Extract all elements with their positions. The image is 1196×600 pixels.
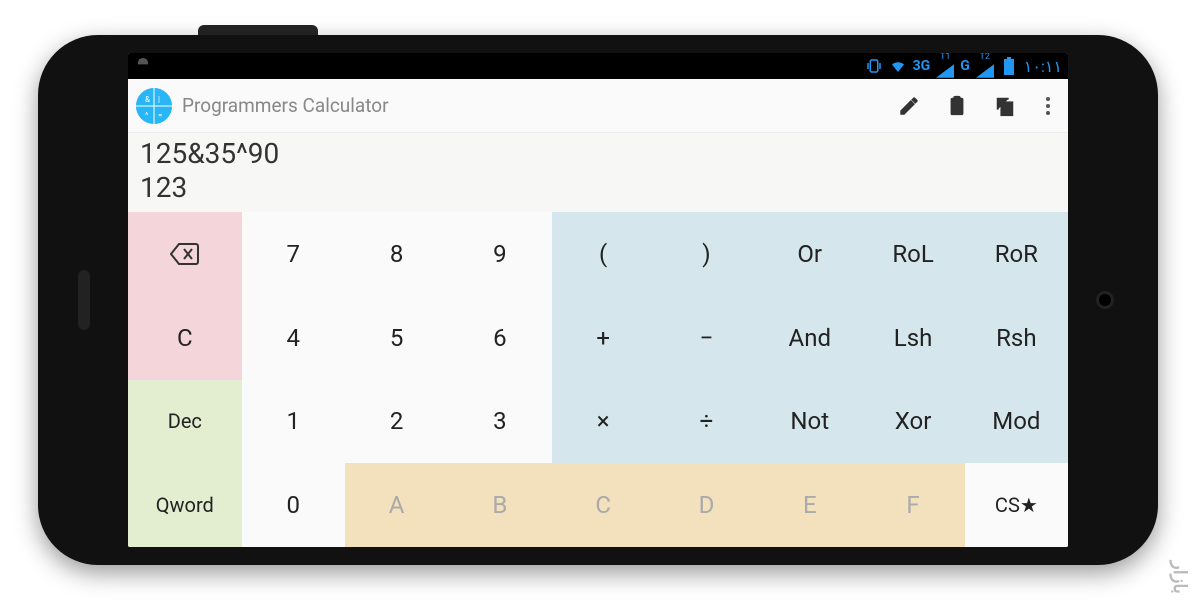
word-size-button[interactable]: Qword (128, 463, 242, 547)
lparen-button[interactable]: ( (552, 212, 655, 296)
clipboard-icon[interactable] (946, 95, 968, 117)
digit-3-button[interactable]: 3 (448, 380, 551, 464)
or-button[interactable]: Or (758, 212, 861, 296)
clock-label: ١٠:١١ (1024, 57, 1062, 76)
battery-icon (1000, 57, 1018, 75)
android-icon (134, 57, 152, 75)
xor-button[interactable]: Xor (861, 380, 964, 464)
signal1-icon (936, 62, 954, 80)
minus-button[interactable]: − (655, 296, 758, 380)
keypad: 7 8 9 ( ) Or RoL RoR C 4 5 6 + − And Lsh… (128, 212, 1068, 547)
svg-text:=: = (158, 111, 162, 120)
signal2-icon (976, 62, 994, 80)
not-button[interactable]: Not (758, 380, 861, 464)
sim2-label: T2 (980, 53, 990, 62)
plus-button[interactable]: + (552, 296, 655, 380)
digit-4-button[interactable]: 4 (242, 296, 345, 380)
svg-text:|: | (158, 95, 160, 104)
and-button[interactable]: And (758, 296, 861, 380)
svg-text:&: & (145, 95, 150, 104)
digit-7-button[interactable]: 7 (242, 212, 345, 296)
times-button[interactable]: × (552, 380, 655, 464)
base-dec-button[interactable]: Dec (128, 380, 242, 464)
vibrate-icon (865, 57, 883, 75)
lsh-button[interactable]: Lsh (861, 296, 964, 380)
hex-d-button[interactable]: D (655, 463, 758, 547)
rol-button[interactable]: RoL (861, 212, 964, 296)
app-logo-icon: &|^= (136, 88, 172, 124)
hex-f-button[interactable]: F (861, 463, 964, 547)
backspace-icon (170, 242, 200, 266)
backspace-button[interactable] (128, 212, 242, 296)
app-actionbar: &|^= Programmers Calculator (128, 79, 1068, 133)
digit-9-button[interactable]: 9 (448, 212, 551, 296)
overflow-menu-icon[interactable] (1042, 97, 1054, 115)
store-watermark: ﺑﺎزار (1169, 561, 1190, 594)
digit-1-button[interactable]: 1 (242, 380, 345, 464)
rparen-button[interactable]: ) (655, 212, 758, 296)
hex-b-button[interactable]: B (448, 463, 551, 547)
network-g-label: G (960, 58, 970, 74)
edit-icon[interactable] (898, 95, 920, 117)
hex-a-button[interactable]: A (345, 463, 448, 547)
digit-6-button[interactable]: 6 (448, 296, 551, 380)
android-statusbar: 3G T1 G T2 ١٠:١١ (128, 53, 1068, 79)
sim1-label: T1 (940, 53, 950, 62)
digit-0-button[interactable]: 0 (242, 463, 345, 547)
calculator-display: 125&35^90 123 (128, 133, 1068, 212)
cs-star-button[interactable]: CS★ (965, 463, 1068, 547)
wifi-icon (889, 57, 907, 75)
copy-icon[interactable] (994, 95, 1016, 117)
clear-button[interactable]: C (128, 296, 242, 380)
divide-button[interactable]: ÷ (655, 380, 758, 464)
device-camera (1096, 291, 1114, 309)
digit-2-button[interactable]: 2 (345, 380, 448, 464)
rsh-button[interactable]: Rsh (965, 296, 1068, 380)
expression-text: 125&35^90 (140, 137, 1056, 171)
result-text: 123 (140, 171, 1056, 205)
network-3g-label: 3G (913, 58, 931, 74)
hex-e-button[interactable]: E (758, 463, 861, 547)
device-speaker (78, 270, 90, 330)
mod-button[interactable]: Mod (965, 380, 1068, 464)
app-title: Programmers Calculator (182, 94, 888, 117)
ror-button[interactable]: RoR (965, 212, 1068, 296)
digit-5-button[interactable]: 5 (345, 296, 448, 380)
hex-c-button[interactable]: C (552, 463, 655, 547)
digit-8-button[interactable]: 8 (345, 212, 448, 296)
